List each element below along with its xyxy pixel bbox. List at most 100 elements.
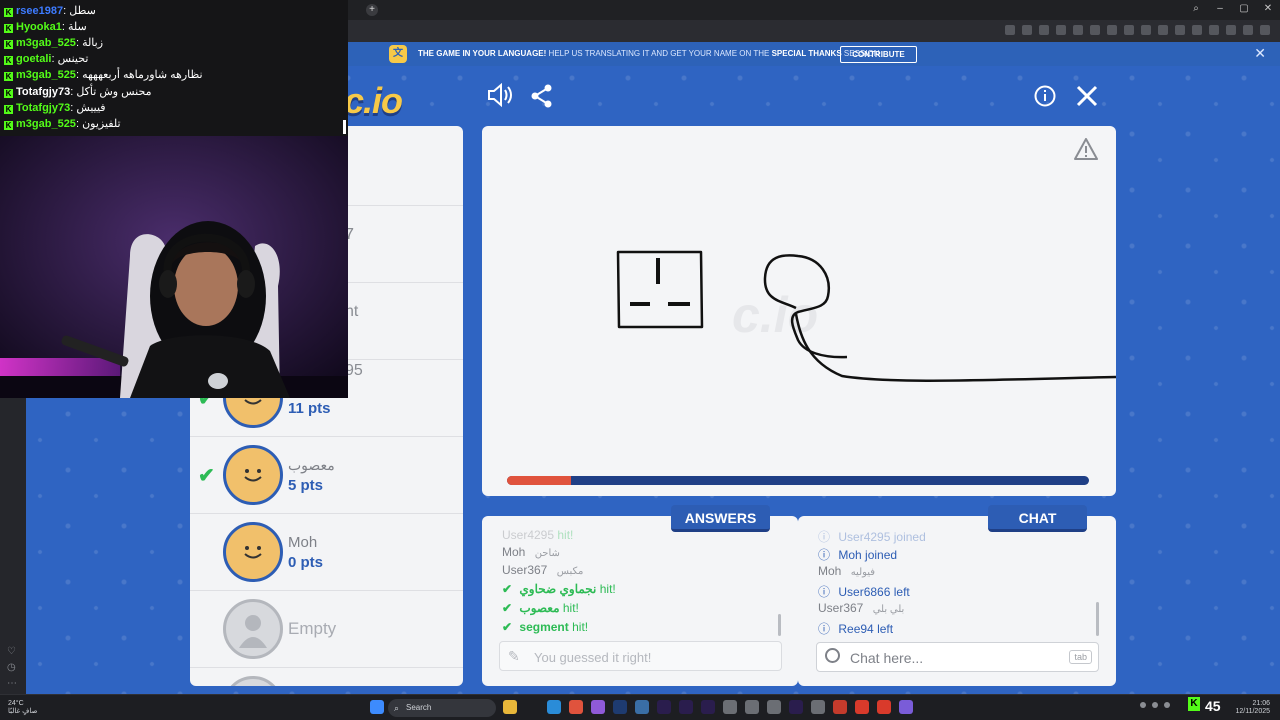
banner-special-link[interactable]: SPECIAL THANKS: [772, 49, 842, 58]
player-name: Moh: [288, 534, 318, 551]
discord-icon[interactable]: [899, 700, 913, 714]
window-controls: ⌕ – ▢ ✕: [1190, 3, 1274, 14]
player-name: معصوب: [288, 457, 335, 473]
answer-row: Moh شاحن: [502, 545, 560, 559]
extension-icon[interactable]: [1107, 25, 1117, 35]
chat-user: User4295: [838, 530, 891, 544]
stream-chat-overlay: Krsee1987: سطل K Hyooka1: سلة Km3gab_525:…: [0, 0, 348, 136]
app-icon[interactable]: [767, 700, 781, 714]
contribute-button[interactable]: CONTRIBUTE: [840, 46, 917, 63]
kick-badge-icon: K: [4, 72, 13, 81]
extension-icon[interactable]: [1056, 25, 1066, 35]
photoshop-icon[interactable]: [613, 700, 627, 714]
player-points: 0 pts: [288, 554, 324, 571]
clock[interactable]: 21:06 12/11/2025: [1235, 700, 1270, 716]
weather-widget[interactable]: 24°C صافٍ غالبًا: [8, 700, 37, 716]
chat-user: User6866: [838, 585, 891, 599]
check-icon: ✔: [502, 582, 513, 596]
chat-placeholder: Chat here...: [850, 650, 924, 666]
more-icon[interactable]: ⋯: [7, 678, 17, 689]
chat-row: ⓘ User4295 joined: [818, 528, 926, 545]
stream-chat-text: تلفيزيون: [82, 118, 121, 130]
game-logo[interactable]: c.io: [344, 80, 403, 122]
info-icon[interactable]: [1034, 85, 1056, 114]
extension-icon[interactable]: [1073, 25, 1083, 35]
app-icon[interactable]: [745, 700, 759, 714]
guess-input[interactable]: ✎ You guessed it right!: [499, 641, 782, 671]
media-encoder-icon[interactable]: [701, 700, 715, 714]
extension-icon[interactable]: [1005, 25, 1015, 35]
visual-studio-icon[interactable]: [591, 700, 605, 714]
answer-row: User4295 hit!: [502, 528, 573, 542]
obs-icon[interactable]: [855, 700, 869, 714]
app-icon[interactable]: [811, 700, 825, 714]
tray-icon[interactable]: [1164, 702, 1170, 708]
stream-chat-text: محنس وش تأكل: [76, 86, 152, 98]
search-icon: ⌕: [394, 703, 400, 713]
app-icon[interactable]: [635, 700, 649, 714]
start-icon[interactable]: [370, 700, 384, 714]
maximize-button[interactable]: ▢: [1238, 3, 1250, 14]
chat-scrollbar[interactable]: [1096, 602, 1099, 636]
heart-icon[interactable]: ♡: [7, 646, 16, 657]
tray-icon[interactable]: [1140, 702, 1146, 708]
tray-icon[interactable]: [1152, 702, 1158, 708]
app-icon[interactable]: [833, 700, 847, 714]
stream-chat-line: K Totafgjy73: محنس وش تأكل: [4, 85, 152, 101]
audition-icon[interactable]: [657, 700, 671, 714]
chat-user: Moh: [818, 564, 842, 578]
player-row[interactable]: ✔ معصوب 5 pts: [190, 437, 463, 514]
answer-user: Moh: [502, 545, 526, 559]
answers-panel: User4295 hit! Moh شاحن User367 مكبس ✔ نج…: [482, 516, 798, 686]
answer-row: User367 مكبس: [502, 563, 583, 577]
app-icon[interactable]: [723, 700, 737, 714]
extension-icon[interactable]: [1260, 25, 1270, 35]
round-timer-bar: [507, 476, 1089, 485]
app-icon[interactable]: [877, 700, 891, 714]
minimize-button[interactable]: –: [1214, 3, 1226, 14]
chat-event: joined: [865, 548, 898, 562]
answers-scrollbar[interactable]: [778, 614, 781, 636]
brave-icon[interactable]: [569, 700, 583, 714]
chat-input[interactable]: Chat here... tab: [816, 642, 1099, 672]
premiere-icon[interactable]: [789, 700, 803, 714]
banner-close-icon[interactable]: ✕: [1254, 45, 1266, 62]
file-explorer-icon[interactable]: [503, 700, 517, 714]
empty-avatar: [223, 676, 283, 686]
extension-icon[interactable]: [1124, 25, 1134, 35]
answer-guess: مكبس: [556, 566, 584, 577]
stream-chat-text: فيييش: [76, 102, 106, 114]
extension-icon[interactable]: [1090, 25, 1100, 35]
clock-icon[interactable]: ◷: [7, 662, 16, 673]
share-icon[interactable]: [531, 84, 553, 115]
extension-icon[interactable]: [1141, 25, 1151, 35]
vscode-icon[interactable]: [547, 700, 561, 714]
browser-search-icon[interactable]: ⌕: [1190, 3, 1202, 14]
extension-icon[interactable]: [1175, 25, 1185, 35]
extension-icon[interactable]: [1192, 25, 1202, 35]
empty-slot: Empty: [190, 591, 463, 668]
taskbar-search[interactable]: ⌕ Search: [388, 699, 496, 717]
player-row[interactable]: Moh 0 pts: [190, 514, 463, 591]
extension-icon[interactable]: [1243, 25, 1253, 35]
extension-icon[interactable]: [1226, 25, 1236, 35]
clock-date: 12/11/2025: [1235, 708, 1270, 715]
kick-logo-icon: K: [1188, 697, 1200, 711]
window-close-button[interactable]: ✕: [1262, 3, 1274, 14]
stream-chat-line: Kgoetali: تحينس: [4, 52, 88, 68]
drawing-canvas[interactable]: c.io: [482, 126, 1116, 496]
new-tab-button[interactable]: +: [366, 4, 378, 16]
stream-chat-line: Km3gab_525: تلفيزيون: [4, 117, 121, 133]
extension-icon[interactable]: [1209, 25, 1219, 35]
extension-icon[interactable]: [1158, 25, 1168, 35]
speaker-icon[interactable]: [487, 82, 513, 114]
close-icon[interactable]: [1076, 85, 1098, 114]
tab-chat[interactable]: CHAT: [988, 505, 1087, 532]
tab-answers[interactable]: ANSWERS: [671, 505, 770, 532]
extension-icon[interactable]: [1022, 25, 1032, 35]
chat-user: Ree94: [838, 622, 874, 636]
answer-hit: hit!: [599, 582, 616, 596]
banner-title: THE GAME IN YOUR LANGUAGE!: [418, 49, 547, 58]
after-effects-icon[interactable]: [679, 700, 693, 714]
extension-icon[interactable]: [1039, 25, 1049, 35]
